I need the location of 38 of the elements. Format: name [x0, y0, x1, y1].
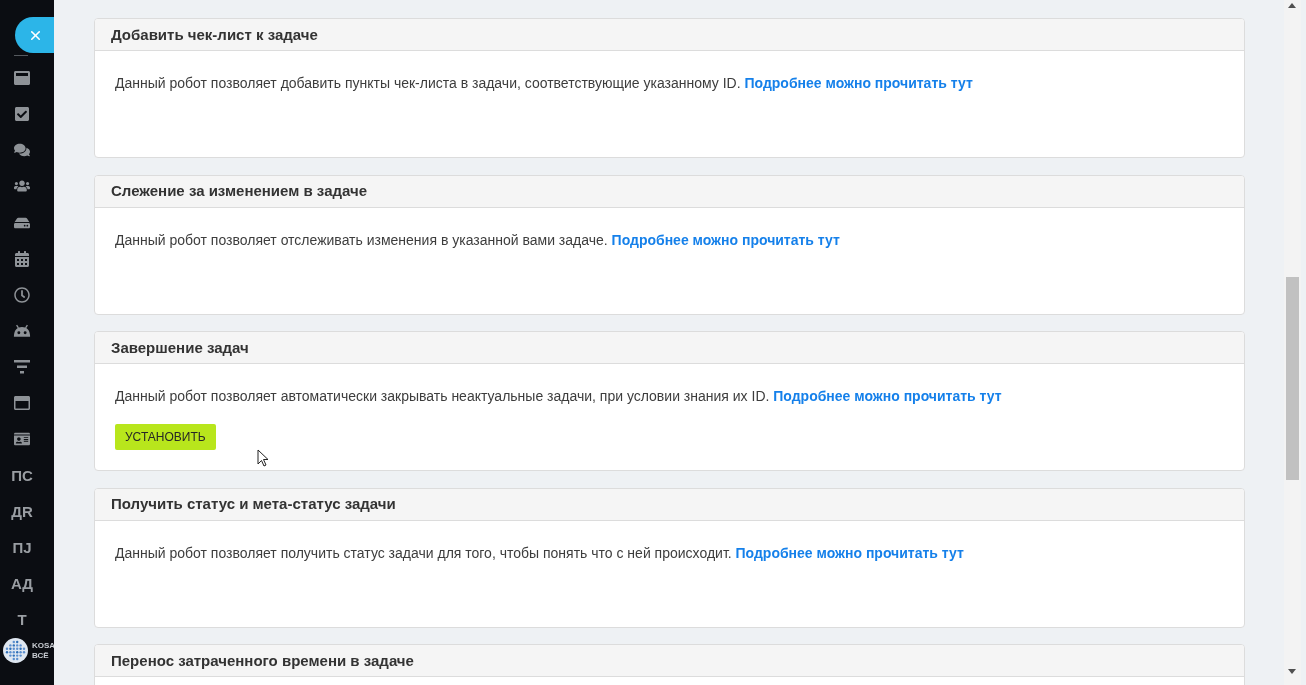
chat-icon[interactable] — [14, 142, 30, 159]
robot-description: Данный робот позволяет получить статус задачи для того, чтобы понять что с ней происходит. Подробнее можно прочитать тут — [115, 543, 965, 563]
window-icon[interactable] — [14, 70, 30, 87]
robot-title: Добавить чек-лист к задаче — [111, 24, 318, 45]
filter-icon[interactable] — [14, 360, 30, 375]
robot-description: Данный робот позволяет добавить пункты чек-листа в задачи, соответствующие указанному ID. Подробнее можно прочитать тут — [115, 74, 974, 93]
read-more-link[interactable]: Подробнее можно прочитать тут — [735, 544, 964, 561]
logo-icon[interactable] — [3, 638, 28, 663]
robot-title: Слежение за изменением в задаче — [111, 181, 367, 201]
robot-description: Данный робот позволяет отслеживать изменения в указанной вами задаче. Подробнее можно прочитать тут — [115, 230, 841, 250]
close-button[interactable] — [15, 17, 54, 53]
sidebar-item[interactable]: ПJ — [12, 540, 32, 556]
checkbox-icon[interactable] — [14, 106, 30, 123]
install-button[interactable]: УСТАНОВИТЬ — [115, 424, 216, 450]
sidebar-item[interactable]: ДR — [11, 504, 33, 520]
robot-title: Получить статус и мета-статус задачи — [111, 494, 396, 514]
scroll-up-icon[interactable] — [1288, 3, 1296, 8]
sidebar-item[interactable]: Т — [17, 612, 27, 628]
read-more-link[interactable]: Подробнее можно прочитать тут — [773, 388, 1002, 404]
robot-description: Данный робот позволяет автоматически закрывать неактуальные задачи, при условии знания их ID. Подробнее можно прочитать тут — [115, 387, 1003, 406]
scroll-down-icon[interactable] — [1288, 669, 1296, 674]
clock-icon[interactable] — [14, 286, 30, 303]
sidebar-item[interactable]: ПС — [11, 467, 33, 483]
id-card-icon[interactable] — [14, 431, 30, 448]
browser-window-icon[interactable] — [14, 395, 30, 412]
robot-title: Перенос затраченного времени в задаче — [111, 650, 414, 671]
cursor-icon — [257, 449, 269, 467]
robot-head-icon[interactable] — [13, 324, 31, 338]
calendar-icon[interactable] — [14, 250, 30, 267]
read-more-link[interactable]: Подробнее можно прочитать тут — [611, 231, 840, 248]
scrollbar-track[interactable] — [1284, 0, 1301, 685]
sidebar-item[interactable]: АД — [10, 576, 34, 592]
scrollbar-thumb[interactable] — [1286, 277, 1299, 480]
read-more-link[interactable]: Подробнее можно прочитать тут — [744, 75, 973, 91]
logo-text: ВСЁ — [32, 650, 50, 661]
users-icon[interactable] — [14, 178, 30, 195]
robot-title: Завершение задач — [111, 337, 249, 358]
logo-text: KOSA — [32, 640, 54, 651]
